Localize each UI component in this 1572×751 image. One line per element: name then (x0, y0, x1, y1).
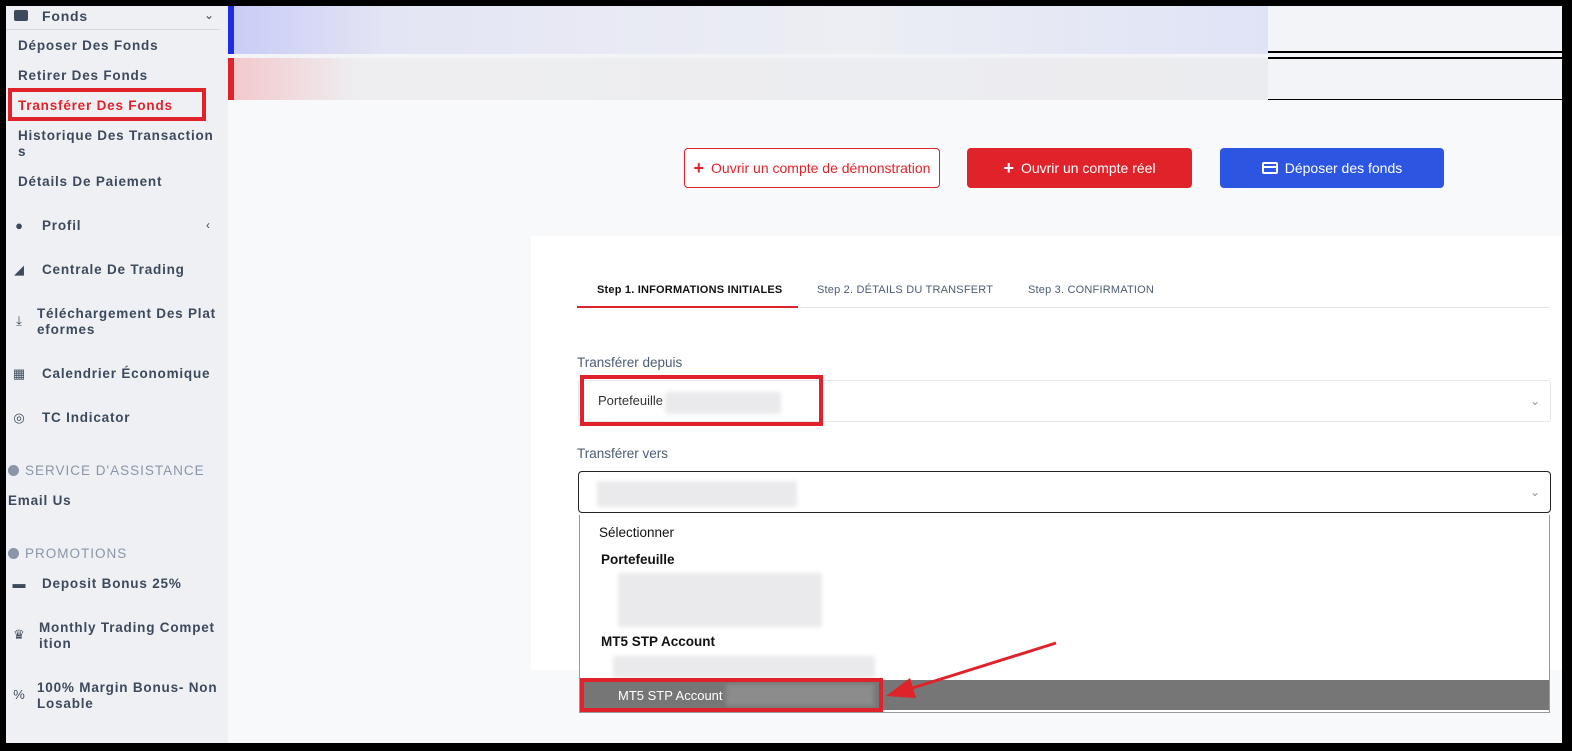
app-window: Fonds ⌄ Déposer Des Fonds Retirer Des Fo… (6, 6, 1562, 743)
sidebar: Fonds ⌄ Déposer Des Fonds Retirer Des Fo… (6, 6, 228, 743)
nav-label: Profil (42, 218, 82, 233)
nav-label: Monthly Trading Compet ition (39, 620, 215, 651)
sidebar-item-transaction-history[interactable]: Historique Des Transaction s (18, 128, 218, 160)
sidebar-item-platform-downloads[interactable]: ⤓ Téléchargement Des Plat eformes (6, 306, 228, 340)
transfer-to-select[interactable]: ⌄ (578, 471, 1551, 513)
sidebar-item-deposit-funds[interactable]: Déposer Des Fonds (18, 38, 218, 54)
download-icon: ⤓ (16, 313, 22, 328)
nav-label: Centrale De Trading (42, 262, 185, 277)
trophy-icon: ♛ (13, 627, 25, 642)
chart-icon: ◢ (14, 262, 24, 277)
deposit-funds-button[interactable]: Déposer des fonds (1220, 148, 1444, 188)
dropdown-option-placeholder[interactable]: Sélectionner (599, 525, 674, 540)
dropdown-group-wallet: Portefeuille (601, 552, 675, 567)
chevron-down-icon: ⌄ (1529, 485, 1540, 499)
funds-header-label: Fonds (42, 8, 88, 24)
percent-icon: % (13, 687, 25, 702)
tab-step-1[interactable]: Step 1. INFORMATIONS INITIALES (577, 280, 798, 308)
sidebar-item-margin-bonus[interactable]: % 100% Margin Bonus- Non Losable (6, 680, 228, 714)
button-label: Déposer des fonds (1284, 160, 1403, 176)
divider (1268, 57, 1562, 59)
chevron-down-icon: ⌄ (204, 8, 215, 22)
nav-label: 100% Margin Bonus- Non Losable (37, 680, 218, 711)
dropdown-group-mt5: MT5 STP Account (601, 634, 716, 649)
credit-card-icon (1261, 162, 1278, 174)
top-banner (228, 6, 1562, 100)
sidebar-item-trading-central[interactable]: ◢ Centrale De Trading (6, 262, 228, 282)
banner-blurred-content (234, 58, 1268, 100)
open-demo-account-button[interactable]: + Ouvrir un compte de démonstration (684, 148, 940, 188)
support-section-heading: SERVICE D'ASSISTANCE (8, 463, 205, 478)
open-real-account-button[interactable]: + Ouvrir un compte réel (967, 148, 1192, 188)
tab-step-2[interactable]: Step 2. DÉTAILS DU TRANSFERT (817, 280, 993, 308)
email-us-link[interactable]: Email Us (8, 493, 208, 509)
nav-label: Deposit Bonus 25% (42, 576, 182, 591)
plus-icon: + (1003, 158, 1014, 178)
transfer-to-label: Transférer vers (577, 446, 669, 461)
wallet-icon: ▬ (12, 576, 26, 591)
highlight-box-option (580, 678, 883, 712)
sidebar-item-payment-details[interactable]: Détails De Paiement (18, 174, 218, 190)
redacted-option[interactable] (613, 656, 875, 678)
nav-label: Téléchargement Des Plat eformes (37, 306, 216, 337)
nav-label: TC Indicator (42, 410, 131, 425)
button-label: Ouvrir un compte réel (1020, 160, 1156, 176)
step-tabs: Step 1. INFORMATIONS INITIALES Step 2. D… (577, 280, 1550, 308)
sidebar-item-tc-indicator[interactable]: ◎ TC Indicator (6, 410, 228, 430)
redacted-option[interactable] (618, 573, 822, 627)
promotions-section-heading: PROMOTIONS (8, 546, 127, 561)
button-label: Ouvrir un compte de démonstration (711, 160, 931, 176)
calendar-icon: ▦ (12, 366, 26, 381)
tab-step-3[interactable]: Step 3. CONFIRMATION (1028, 280, 1154, 308)
highlight-box-sidebar (8, 88, 206, 121)
sidebar-item-trading-competition[interactable]: ♛ Monthly Trading Compet ition (6, 620, 228, 654)
user-icon: ● (15, 218, 23, 233)
divider (1268, 51, 1562, 53)
nav-label: Calendrier Économique (42, 366, 211, 381)
headset-icon (8, 465, 19, 476)
sidebar-funds-header[interactable]: Fonds ⌄ (6, 6, 220, 30)
chevron-down-icon: ⌄ (1529, 394, 1540, 408)
wallet-icon (14, 10, 28, 21)
sidebar-item-profile[interactable]: ● Profil ‹ (6, 218, 228, 238)
banner-blurred-content (234, 6, 1268, 54)
award-icon (8, 548, 19, 559)
plus-icon: + (693, 158, 705, 178)
transfer-from-label: Transférer depuis (577, 355, 683, 370)
sidebar-item-economic-calendar[interactable]: ▦ Calendrier Économique (6, 366, 228, 386)
highlight-box-from (580, 375, 823, 426)
sidebar-item-withdraw-funds[interactable]: Retirer Des Fonds (18, 68, 218, 84)
redacted-area (597, 481, 797, 507)
sidebar-item-deposit-bonus[interactable]: ▬ Deposit Bonus 25% (6, 576, 228, 596)
target-icon: ◎ (13, 410, 25, 425)
chevron-left-icon: ‹ (206, 218, 210, 232)
